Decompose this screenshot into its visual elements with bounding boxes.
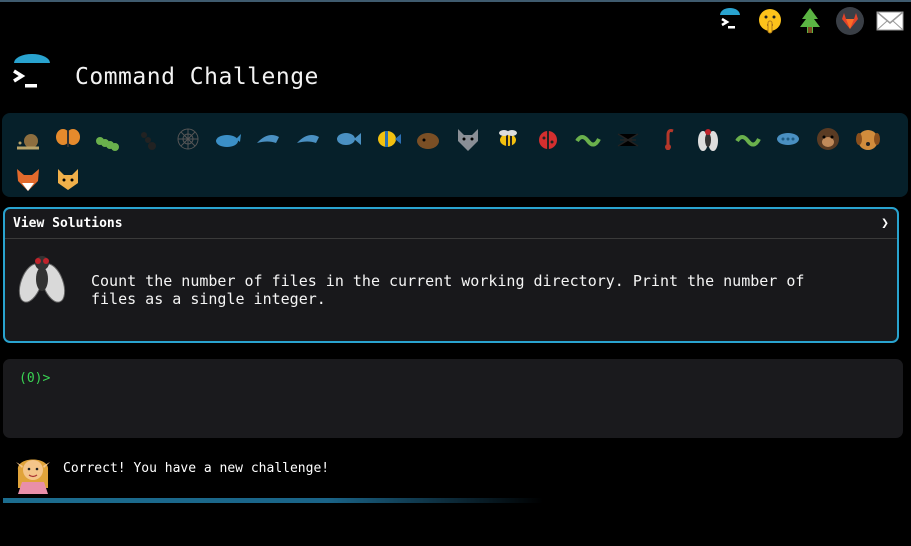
bee-icon[interactable] bbox=[488, 119, 528, 159]
top-icon-bar bbox=[713, 4, 907, 38]
dolphin-icon[interactable] bbox=[248, 119, 288, 159]
fox-icon[interactable] bbox=[8, 159, 48, 199]
progress-fill bbox=[3, 498, 543, 503]
view-solutions-label: View Solutions bbox=[13, 216, 123, 231]
view-solutions-toggle[interactable]: View Solutions ❯ bbox=[5, 209, 897, 239]
tree-icon[interactable] bbox=[793, 4, 827, 38]
ant-icon[interactable] bbox=[128, 119, 168, 159]
chevron-right-icon: ❯ bbox=[881, 216, 889, 231]
page-title: Command Challenge bbox=[75, 64, 319, 90]
badge-list bbox=[8, 119, 908, 199]
butterfly-icon[interactable] bbox=[48, 119, 88, 159]
gorilla-icon[interactable] bbox=[808, 119, 848, 159]
spider-web-icon[interactable] bbox=[168, 119, 208, 159]
challenge-panel: View Solutions ❯ Count the number of fil… bbox=[3, 207, 899, 343]
badge-bar bbox=[2, 113, 908, 197]
terminal-input[interactable]: (0)> bbox=[3, 359, 903, 438]
envelope-icon[interactable] bbox=[873, 4, 907, 38]
terminal-icon[interactable] bbox=[713, 4, 747, 38]
challenge-description: Count the number of files in the current… bbox=[91, 272, 805, 308]
worm-icon[interactable] bbox=[568, 119, 608, 159]
fish-icon[interactable] bbox=[328, 119, 368, 159]
logo-icon bbox=[13, 54, 50, 88]
microbe-icon[interactable] bbox=[768, 119, 808, 159]
elf-avatar-icon bbox=[16, 459, 50, 494]
dog-icon[interactable] bbox=[848, 119, 888, 159]
dolphin-icon[interactable] bbox=[288, 119, 328, 159]
ladybug-icon[interactable] bbox=[528, 119, 568, 159]
terminal-prompt: (0)> bbox=[19, 371, 51, 386]
spider-icon[interactable] bbox=[608, 119, 648, 159]
whale-icon[interactable] bbox=[208, 119, 248, 159]
scorpion-icon[interactable] bbox=[648, 119, 688, 159]
wolf-icon[interactable] bbox=[448, 119, 488, 159]
fly-icon[interactable] bbox=[688, 119, 728, 159]
fly-icon bbox=[18, 256, 66, 303]
status-message: Correct! You have a new challenge! bbox=[63, 461, 330, 476]
shushing-face-icon[interactable] bbox=[753, 4, 787, 38]
progress-bar bbox=[3, 498, 543, 503]
cat-icon[interactable] bbox=[48, 159, 88, 199]
snail-icon[interactable] bbox=[8, 119, 48, 159]
tropical-fish-icon[interactable] bbox=[368, 119, 408, 159]
hedgehog-icon[interactable] bbox=[408, 119, 448, 159]
worm-icon[interactable] bbox=[728, 119, 768, 159]
challenge-body: Count the number of files in the current… bbox=[5, 239, 897, 339]
top-border bbox=[0, 0, 911, 2]
gitlab-icon[interactable] bbox=[833, 4, 867, 38]
caterpillar-icon[interactable] bbox=[88, 119, 128, 159]
